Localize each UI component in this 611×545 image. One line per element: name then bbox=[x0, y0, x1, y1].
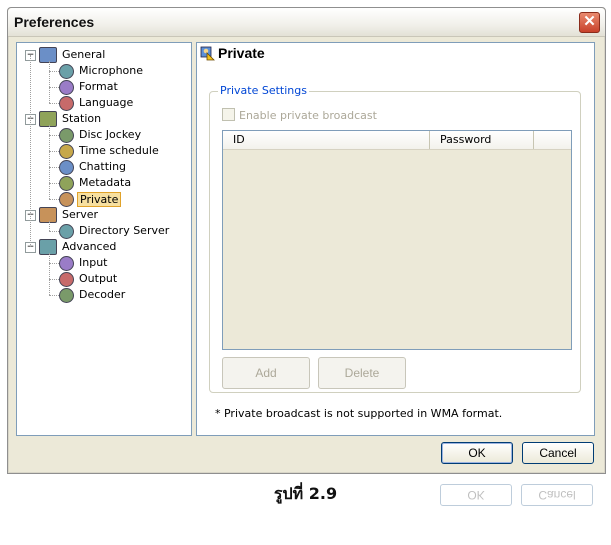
tree-connector bbox=[49, 135, 59, 136]
preferences-window: Preferences ✕ − General Microphone Format La… bbox=[7, 7, 606, 474]
tree-item-format[interactable]: Format bbox=[59, 79, 120, 95]
list-header: ID Password bbox=[223, 131, 571, 150]
tree-item-label: Language bbox=[79, 96, 134, 109]
credentials-list[interactable]: ID Password bbox=[222, 130, 572, 350]
wma-note: * Private broadcast is not supported in … bbox=[215, 407, 503, 420]
tree-connector bbox=[49, 71, 59, 72]
ok-button[interactable]: OK bbox=[441, 442, 513, 464]
tree-connector bbox=[49, 279, 59, 280]
tree-item-input[interactable]: Input bbox=[59, 255, 109, 271]
settings-panel: Private Private Settings Enable private … bbox=[196, 42, 595, 436]
disc-jockey-icon bbox=[59, 127, 74, 143]
tree-item-output[interactable]: Output bbox=[59, 271, 119, 287]
tree-item-label: Output bbox=[79, 272, 118, 285]
column-header-password[interactable]: Password bbox=[430, 131, 534, 149]
tree-root-connector bbox=[30, 55, 31, 247]
tree-connector bbox=[49, 263, 59, 264]
tree-connector bbox=[49, 231, 59, 232]
tree-group-label: Server bbox=[62, 208, 99, 221]
window-reflection: OK Cancel bbox=[440, 484, 610, 506]
ok-reflection: OK bbox=[440, 484, 512, 506]
chatting-icon bbox=[59, 159, 74, 175]
column-header-id[interactable]: ID bbox=[223, 131, 430, 149]
tree-connector bbox=[49, 253, 50, 295]
tree-item-chatting[interactable]: Chatting bbox=[59, 159, 128, 175]
tree-connector bbox=[49, 61, 50, 103]
tree-item-microphone[interactable]: Microphone bbox=[59, 63, 145, 79]
format-icon bbox=[59, 79, 74, 95]
close-button[interactable]: ✕ bbox=[579, 12, 600, 33]
input-icon bbox=[59, 255, 74, 271]
add-button[interactable]: Add bbox=[222, 357, 310, 389]
time-schedule-icon bbox=[59, 143, 74, 159]
microphone-icon bbox=[59, 63, 74, 79]
tree-item-label: Directory Server bbox=[79, 224, 170, 237]
tree-group-label: Station bbox=[62, 112, 102, 125]
tree-item-label: Input bbox=[79, 256, 108, 269]
tree-connector bbox=[49, 125, 50, 199]
language-icon bbox=[59, 95, 74, 111]
tree-item-disc-jockey[interactable]: Disc Jockey bbox=[59, 127, 143, 143]
tree-item-label: Private bbox=[77, 191, 122, 207]
tree-item-label: Metadata bbox=[79, 176, 132, 189]
server-icon bbox=[39, 207, 57, 223]
tree-item-label: Format bbox=[79, 80, 118, 93]
tree-item-time-schedule[interactable]: Time schedule bbox=[59, 143, 161, 159]
tree-connector bbox=[49, 221, 50, 231]
tree-connector bbox=[49, 183, 59, 184]
tree-item-language[interactable]: Language bbox=[59, 95, 135, 111]
tree-group-advanced[interactable]: Advanced bbox=[39, 239, 118, 255]
tree-connector bbox=[49, 103, 59, 104]
tree-connector bbox=[49, 295, 59, 296]
panel-title: Private bbox=[218, 45, 265, 61]
private-settings-group: Private Settings Enable private broadcas… bbox=[209, 84, 581, 393]
tree-connector bbox=[49, 151, 59, 152]
enable-private-broadcast-checkbox[interactable]: Enable private broadcast bbox=[222, 108, 377, 122]
general-icon bbox=[39, 47, 57, 63]
directory-server-icon bbox=[59, 223, 74, 239]
tree-connector bbox=[49, 167, 59, 168]
delete-button[interactable]: Delete bbox=[318, 357, 406, 389]
panel-header: Private bbox=[199, 45, 265, 61]
window-title: Preferences bbox=[14, 14, 95, 30]
group-title: Private Settings bbox=[218, 84, 309, 97]
private-icon bbox=[200, 46, 215, 61]
output-icon bbox=[59, 271, 74, 287]
settings-tree: − General Microphone Format Language − Station… bbox=[16, 42, 192, 436]
tree-item-label: Microphone bbox=[79, 64, 144, 77]
tree-item-label: Disc Jockey bbox=[79, 128, 142, 141]
tree-item-label: Decoder bbox=[79, 288, 126, 301]
tree-item-label: Time schedule bbox=[79, 144, 159, 157]
tree-group-label: General bbox=[62, 48, 106, 61]
tree-item-label: Chatting bbox=[79, 160, 127, 173]
tree-item-directory-server[interactable]: Directory Server bbox=[59, 223, 171, 239]
tree-connector bbox=[49, 199, 59, 200]
cancel-reflection: Cancel bbox=[521, 484, 593, 506]
checkbox-box[interactable] bbox=[222, 108, 235, 121]
tree-item-private[interactable]: Private bbox=[59, 191, 122, 207]
tree-item-metadata[interactable]: Metadata bbox=[59, 175, 133, 191]
metadata-icon bbox=[59, 175, 74, 191]
advanced-icon bbox=[39, 239, 57, 255]
title-bar[interactable]: Preferences ✕ bbox=[8, 8, 605, 37]
tree-group-label: Advanced bbox=[62, 240, 117, 253]
decoder-icon bbox=[59, 287, 74, 303]
cancel-button[interactable]: Cancel bbox=[522, 442, 594, 464]
tree-connector bbox=[49, 87, 59, 88]
tree-item-decoder[interactable]: Decoder bbox=[59, 287, 127, 303]
close-icon: ✕ bbox=[583, 13, 596, 30]
checkbox-label: Enable private broadcast bbox=[239, 109, 377, 122]
private-icon bbox=[59, 191, 74, 207]
station-icon bbox=[39, 111, 57, 127]
